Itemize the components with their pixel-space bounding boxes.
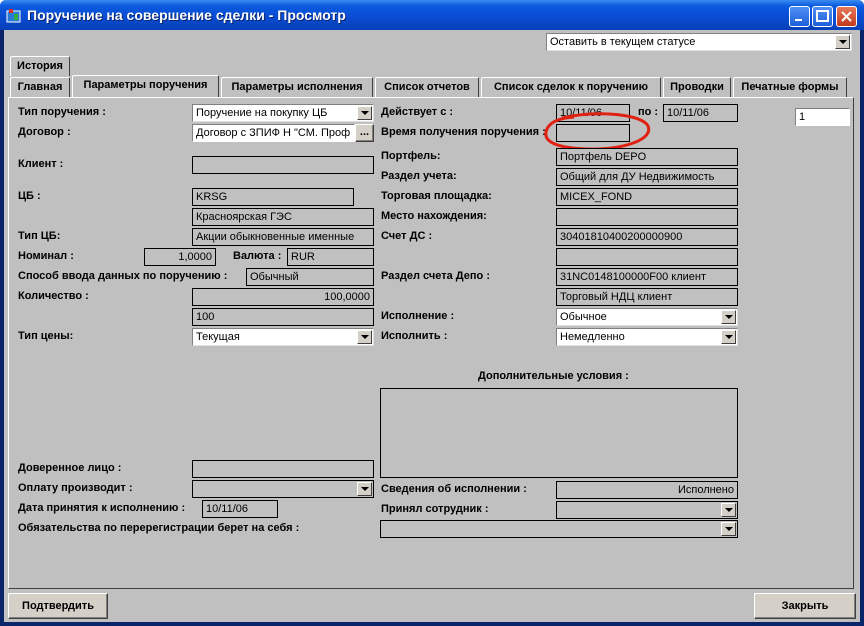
- trade-place-field[interactable]: MICEX_FOND: [556, 188, 738, 206]
- client-label: Клиент :: [18, 158, 64, 170]
- valid-from-label: Действует с :: [381, 106, 454, 118]
- execute-label: Исполнить :: [381, 330, 448, 342]
- status-combo-value: Оставить в текущем статусе: [550, 36, 696, 48]
- input-method-field[interactable]: Обычный: [246, 268, 374, 286]
- chevron-down-icon[interactable]: [357, 482, 372, 496]
- chevron-down-icon[interactable]: [721, 503, 736, 517]
- tab-print-forms[interactable]: Печатные формы: [733, 77, 847, 97]
- client-area: Оставить в текущем статусе История Главн…: [4, 30, 860, 622]
- accept-date-label: Дата принятия к исполнению :: [18, 502, 186, 514]
- account-section-label: Раздел учета:: [381, 170, 457, 182]
- close-icon: [841, 11, 852, 22]
- nominal-label: Номинал :: [18, 250, 74, 262]
- receive-time-label: Время получения поручения :: [381, 126, 546, 138]
- order-type-combo[interactable]: Поручение на покупку ЦБ: [192, 104, 374, 122]
- tab-execution-params[interactable]: Параметры исполнения: [221, 77, 373, 97]
- minimize-icon: [795, 19, 802, 21]
- window-title: Поручение на совершение сделки - Просмот…: [27, 7, 346, 23]
- currency-field[interactable]: RUR: [287, 248, 374, 266]
- quantity-int-field[interactable]: 100: [192, 308, 374, 326]
- accept-date-field[interactable]: 10/11/06: [202, 500, 278, 518]
- price-type-combo[interactable]: Текущая: [192, 328, 374, 346]
- contract-browse-button[interactable]: ...: [355, 124, 374, 142]
- currency-label: Валюта :: [233, 250, 282, 262]
- location-field[interactable]: [556, 208, 738, 226]
- quantity-field[interactable]: 100,0000: [192, 288, 374, 306]
- tab-main[interactable]: Главная: [10, 77, 70, 97]
- security-type-field[interactable]: Акции обыкновенные именные: [192, 228, 374, 246]
- exec-info-label: Сведения об исполнении :: [381, 483, 527, 495]
- confirm-button[interactable]: Подтвердить: [8, 593, 108, 619]
- extra-conditions-label: Дополнительные условия :: [478, 370, 629, 382]
- proxy-label: Доверенное лицо :: [18, 462, 122, 474]
- app-window: Поручение на совершение сделки - Просмот…: [0, 0, 864, 626]
- accepted-by-label: Принял сотрудник :: [381, 503, 489, 515]
- location-label: Место нахождения:: [381, 210, 487, 222]
- security-name-field[interactable]: Красноярская ГЭС: [192, 208, 374, 226]
- extra-conditions-memo[interactable]: [380, 388, 738, 478]
- status-combo[interactable]: Оставить в текущем статусе: [546, 33, 852, 51]
- contract-field[interactable]: Договор с ЗПИФ Н "СМ. Проф: [192, 124, 355, 142]
- execute-value: Немедленно: [560, 331, 625, 343]
- depo-section-name-field[interactable]: Торговый НДЦ клиент: [556, 288, 738, 306]
- cash-account-extra-field[interactable]: [556, 248, 738, 266]
- execution-combo[interactable]: Обычное: [556, 308, 738, 326]
- tab-deals[interactable]: Список сделок к поручению: [481, 77, 661, 97]
- tab-postings[interactable]: Проводки: [663, 77, 731, 97]
- order-type-value: Поручение на покупку ЦБ: [196, 107, 328, 119]
- payer-combo[interactable]: [192, 480, 374, 498]
- obligations-label: Обязательства по перерегистрации берет н…: [18, 522, 300, 534]
- tab-history[interactable]: История: [10, 56, 70, 76]
- tab-reports[interactable]: Список отчетов: [375, 77, 479, 97]
- chevron-down-icon[interactable]: [357, 330, 372, 344]
- obligations-combo[interactable]: [380, 520, 738, 538]
- payer-label: Оплату производит :: [18, 482, 133, 494]
- nominal-field[interactable]: 1,0000: [144, 248, 216, 266]
- chevron-down-icon[interactable]: [835, 35, 850, 49]
- chevron-down-icon[interactable]: [721, 310, 736, 324]
- depo-section-label: Раздел счета Депо :: [381, 270, 490, 282]
- counter-field[interactable]: 1: [795, 108, 850, 126]
- portfolio-field[interactable]: Портфель DEPO: [556, 148, 738, 166]
- security-code-field[interactable]: KRSG: [192, 188, 354, 206]
- valid-to-field[interactable]: 10/11/06: [663, 104, 738, 122]
- price-type-label: Тип цены:: [18, 330, 74, 342]
- quantity-label: Количество :: [18, 290, 89, 302]
- trade-place-label: Торговая площадка:: [381, 190, 492, 202]
- chevron-down-icon[interactable]: [721, 330, 736, 344]
- close-window-button[interactable]: [836, 6, 857, 27]
- app-icon: [6, 9, 21, 23]
- contract-label: Договор :: [18, 126, 71, 138]
- account-section-field[interactable]: Общий для ДУ Недвижимость: [556, 168, 738, 186]
- portfolio-label: Портфель:: [381, 150, 441, 162]
- execution-label: Исполнение :: [381, 310, 455, 322]
- depo-section-field[interactable]: 31NC0148100000F00 клиент: [556, 268, 738, 286]
- close-button[interactable]: Закрыть: [754, 593, 856, 619]
- maximize-button[interactable]: [812, 6, 833, 27]
- cash-account-field[interactable]: 30401810400200000900: [556, 228, 738, 246]
- exec-info-field[interactable]: Исполнено: [556, 481, 738, 499]
- price-type-value: Текущая: [196, 331, 240, 343]
- chevron-down-icon[interactable]: [357, 106, 372, 120]
- tab-order-params[interactable]: Параметры поручения: [72, 75, 219, 97]
- proxy-field[interactable]: [192, 460, 374, 478]
- input-method-label: Способ ввода данных по поручению :: [18, 270, 228, 282]
- order-type-label: Тип поручения :: [18, 106, 106, 118]
- maximize-icon: [816, 10, 829, 22]
- minimize-button[interactable]: [789, 6, 810, 27]
- accepted-by-combo[interactable]: [556, 501, 738, 519]
- title-bar[interactable]: Поручение на совершение сделки - Просмот…: [0, 0, 864, 30]
- client-field[interactable]: [192, 156, 374, 174]
- cash-account-label: Счет ДС :: [381, 230, 433, 242]
- execute-combo[interactable]: Немедленно: [556, 328, 738, 346]
- execution-value: Обычное: [560, 311, 607, 323]
- security-type-label: Тип ЦБ:: [18, 230, 61, 242]
- chevron-down-icon[interactable]: [721, 522, 736, 536]
- security-label: ЦБ :: [18, 190, 41, 202]
